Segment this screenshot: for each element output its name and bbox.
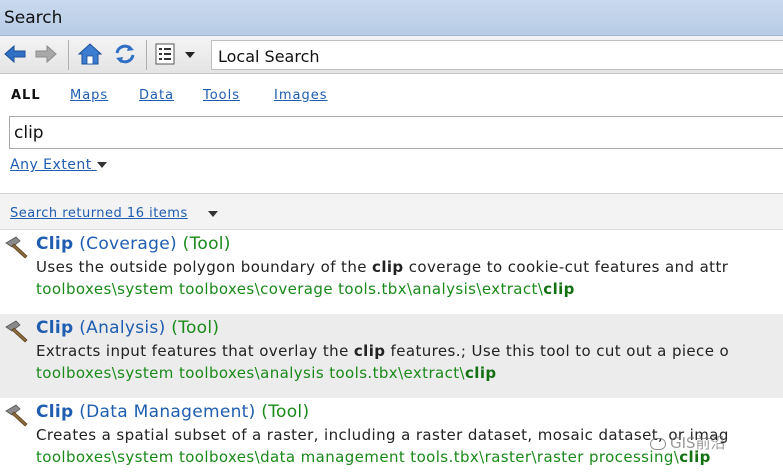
description-text: Uses the outside polygon boundary of the <box>36 258 373 276</box>
chevron-down-icon[interactable] <box>182 41 198 67</box>
window-titlebar: Search <box>0 0 783 36</box>
result-path: toolboxes\system toolboxes\analysis tool… <box>36 364 497 382</box>
description-text: Creates a spatial subset of a raster, in… <box>36 426 729 444</box>
result-kind: (Tool) <box>171 318 220 338</box>
path-highlight: clip <box>465 364 497 382</box>
home-icon[interactable] <box>77 41 103 67</box>
result-description: Creates a spatial subset of a raster, in… <box>36 426 729 444</box>
extent-label: Any Extent <box>10 157 92 173</box>
hammer-icon <box>5 404 28 427</box>
tab-data[interactable]: Data <box>139 88 174 103</box>
tab-tools[interactable]: Tools <box>203 88 240 103</box>
description-text: features.; Use this tool to cut out a pi… <box>385 342 730 360</box>
watermark: GIS前沿 <box>650 432 726 453</box>
search-box <box>9 116 783 149</box>
chevron-down-icon <box>96 162 107 168</box>
description-text: coverage to cookie-cut features and attr <box>403 258 729 276</box>
list-options-icon[interactable] <box>153 41 179 67</box>
location-text: Local Search <box>218 47 320 66</box>
path-text: toolboxes\system toolboxes\analysis tool… <box>36 364 465 382</box>
result-title: Clip (Data Management) (Tool) <box>36 402 309 422</box>
result-path: toolboxes\system toolboxes\data manageme… <box>36 448 711 466</box>
extent-dropdown[interactable]: Any Extent <box>10 157 107 173</box>
result-kind: (Tool) <box>182 234 231 254</box>
result-description: Uses the outside polygon boundary of the… <box>36 258 728 276</box>
window-title: Search <box>4 8 63 28</box>
results-count-link[interactable]: Search returned 16 items <box>10 206 188 221</box>
tab-all[interactable]: ALL <box>11 88 41 103</box>
tab-images[interactable]: Images <box>274 88 328 103</box>
result-title: Clip (Analysis) (Tool) <box>36 318 219 338</box>
chevron-down-icon[interactable] <box>208 211 218 217</box>
result-name-link[interactable]: Clip <box>36 318 74 338</box>
refresh-icon[interactable] <box>112 41 138 67</box>
result-subtitle: (Coverage) <box>79 234 177 254</box>
result-subtitle: (Analysis) <box>79 318 166 338</box>
search-input[interactable] <box>14 121 774 144</box>
result-subtitle: (Data Management) <box>79 402 256 422</box>
result-item[interactable]: Clip (Coverage) (Tool) Uses the outside … <box>0 230 783 314</box>
watermark-text: GIS前沿 <box>670 434 726 452</box>
tab-maps[interactable]: Maps <box>70 88 108 103</box>
toolbar-separator <box>68 40 69 70</box>
result-description: Extracts input features that overlay the… <box>36 342 729 360</box>
arrow-left-icon[interactable] <box>2 41 28 67</box>
path-highlight: clip <box>543 280 575 298</box>
hammer-icon <box>5 320 28 343</box>
description-highlight: clip <box>372 258 404 276</box>
result-item[interactable]: Clip (Analysis) (Tool) Extracts input fe… <box>0 314 783 398</box>
results-summary-bar: Search returned 16 items <box>0 193 783 230</box>
result-path: toolboxes\system toolboxes\coverage tool… <box>36 280 575 298</box>
hammer-icon <box>5 236 28 259</box>
description-highlight: clip <box>353 342 386 360</box>
toolbar-separator <box>146 40 147 70</box>
search-type-tabs: ALL Maps Data Tools Images <box>0 88 783 108</box>
path-text: toolboxes\system toolboxes\data manageme… <box>36 448 680 466</box>
description-text: Extracts input features that overlay the <box>36 342 354 360</box>
chat-bubble-icon <box>650 437 666 450</box>
toolbar: Local Search <box>0 36 783 74</box>
result-name-link[interactable]: Clip <box>36 402 74 422</box>
result-name-link[interactable]: Clip <box>36 234 74 254</box>
location-box: Local Search <box>211 40 783 70</box>
arrow-right-icon[interactable] <box>33 41 59 67</box>
path-text: toolboxes\system toolboxes\coverage tool… <box>36 280 544 298</box>
result-title: Clip (Coverage) (Tool) <box>36 234 231 254</box>
result-kind: (Tool) <box>261 402 310 422</box>
